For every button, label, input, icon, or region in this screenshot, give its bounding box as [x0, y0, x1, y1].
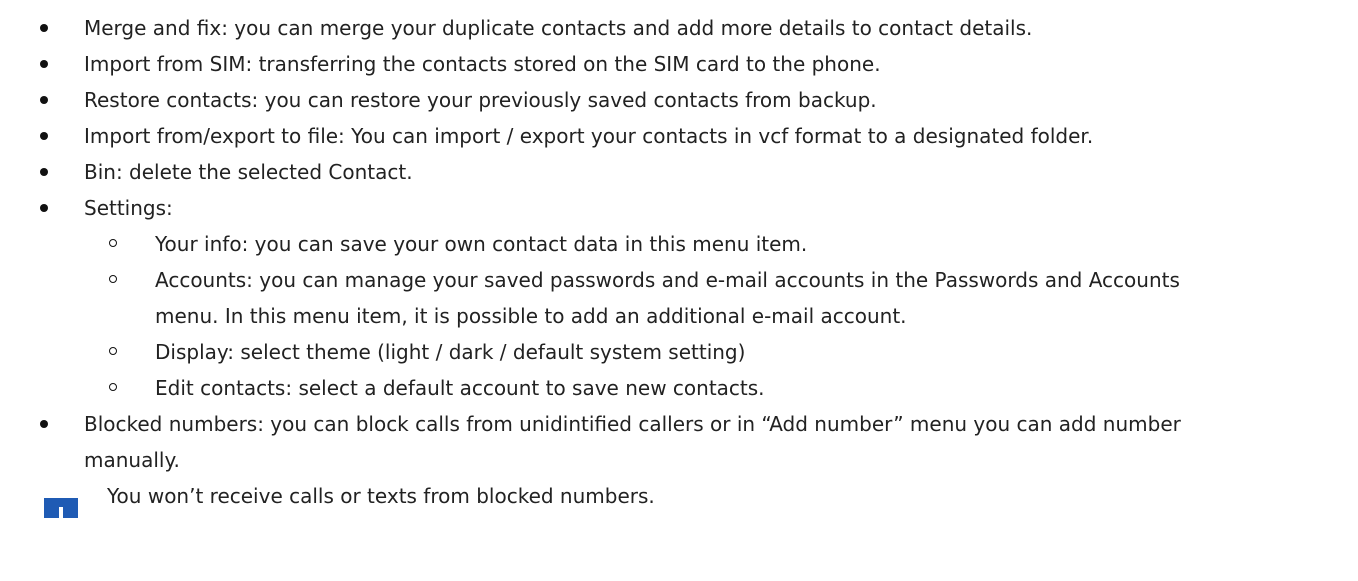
bullet-icon: [40, 96, 48, 104]
bullet-icon: [40, 420, 48, 428]
list-item: Bin: delete the selected Contact.: [0, 154, 1358, 190]
info-icon-bar: [59, 507, 63, 518]
list-item: Import from SIM: transferring the contac…: [0, 46, 1358, 82]
list-item-text: manually.: [84, 448, 180, 472]
info-note-text: You won’t receive calls or texts from bl…: [107, 484, 655, 508]
bullet-icon: [40, 168, 48, 176]
list-item-text: Merge and fix: you can merge your duplic…: [84, 16, 1033, 40]
bullet-icon: [40, 24, 48, 32]
sub-list-item-text: Your info: you can save your own contact…: [155, 232, 808, 256]
sub-list-item-text: Accounts: you can manage your saved pass…: [155, 268, 1180, 292]
list-item-text: Import from SIM: transferring the contac…: [84, 52, 881, 76]
document-page: Merge and fix: you can merge your duplic…: [0, 0, 1358, 581]
bullet-icon: [40, 132, 48, 140]
sub-list-item: Display: select theme (light / dark / de…: [0, 334, 1358, 370]
bullet-icon: [40, 204, 48, 212]
sub-list-item-text: menu. In this menu item, it is possible …: [155, 304, 907, 328]
list-item: Merge and fix: you can merge your duplic…: [0, 10, 1358, 46]
list-item: Import from/export to file: You can impo…: [0, 118, 1358, 154]
list-item-text: Restore contacts: you can restore your p…: [84, 88, 877, 112]
list-item-text: Blocked numbers: you can block calls fro…: [84, 412, 1181, 436]
info-icon: [44, 498, 78, 518]
info-note: You won’t receive calls or texts from bl…: [0, 480, 1358, 518]
sub-list-item-text: Display: select theme (light / dark / de…: [155, 340, 746, 364]
list-item-text: Settings:: [84, 196, 173, 220]
list-item-text: Bin: delete the selected Contact.: [84, 160, 413, 184]
list-item-settings: Settings:: [0, 190, 1358, 226]
sub-list-item-continuation: menu. In this menu item, it is possible …: [0, 298, 1358, 334]
circle-bullet-icon: [109, 383, 117, 391]
circle-bullet-icon: [109, 239, 117, 247]
sub-list-item: Your info: you can save your own contact…: [0, 226, 1358, 262]
circle-bullet-icon: [109, 347, 117, 355]
list-item-text: Import from/export to file: You can impo…: [84, 124, 1094, 148]
sub-list-item-text: Edit contacts: select a default account …: [155, 376, 765, 400]
sub-list-item: Accounts: you can manage your saved pass…: [0, 262, 1358, 298]
list-item: Restore contacts: you can restore your p…: [0, 82, 1358, 118]
bullet-icon: [40, 60, 48, 68]
sub-list-item: Edit contacts: select a default account …: [0, 370, 1358, 406]
circle-bullet-icon: [109, 275, 117, 283]
list-item-blocked: Blocked numbers: you can block calls fro…: [0, 406, 1358, 442]
list-item-continuation: manually.: [0, 442, 1358, 478]
